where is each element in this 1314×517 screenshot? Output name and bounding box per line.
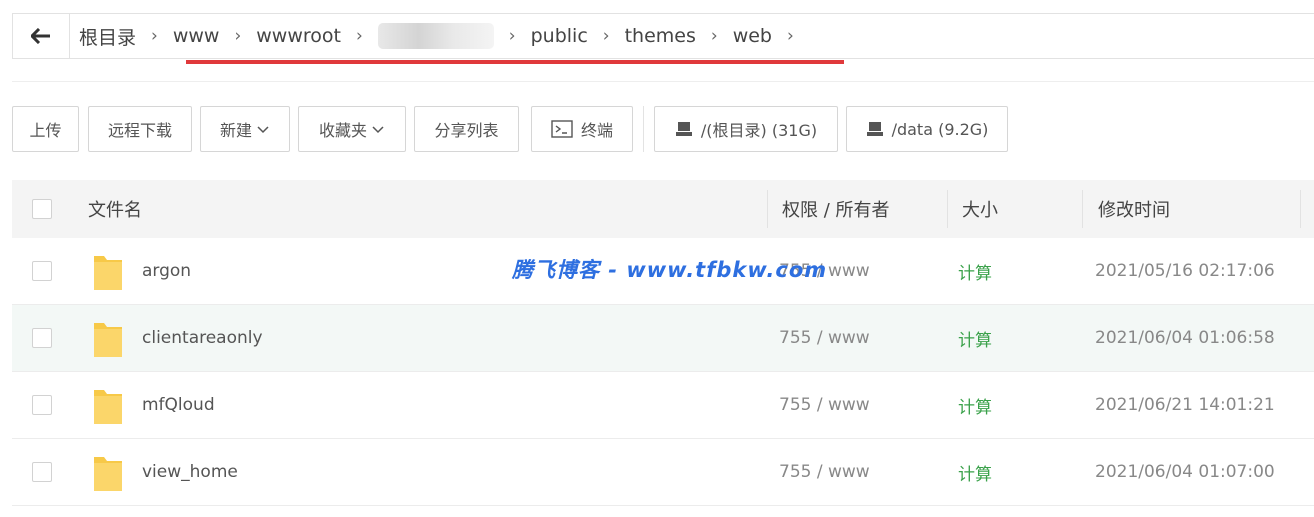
back-button[interactable] (13, 14, 70, 58)
row-checkbox[interactable] (32, 328, 52, 348)
header-filename[interactable]: 文件名 (88, 180, 142, 238)
folder-icon[interactable] (92, 453, 124, 493)
crumb-separator: › (602, 26, 610, 46)
remote-download-label: 远程下载 (107, 121, 172, 140)
header-size[interactable]: 大小 (962, 180, 998, 238)
divider (12, 81, 1314, 82)
crumb-separator: › (786, 26, 794, 46)
folder-icon[interactable] (92, 319, 124, 359)
watermark: 腾飞博客 - www.tfbkw.com (512, 258, 828, 282)
upload-button[interactable]: 上传 (12, 106, 79, 152)
disk-data-button[interactable]: /data (9.2G) (846, 106, 1008, 152)
size-calc-link[interactable]: 计算 (958, 238, 992, 304)
crumb-root[interactable]: 根目录 (79, 23, 136, 50)
disk-icon (675, 121, 693, 137)
new-label: 新建 (219, 121, 252, 140)
crumb-separator: › (710, 26, 718, 46)
crumb-web[interactable]: web (733, 25, 772, 47)
select-all-checkbox[interactable] (32, 199, 52, 219)
file-name[interactable]: argon (142, 238, 191, 304)
disk-root-button[interactable]: /(根目录) (31G) (654, 106, 838, 152)
terminal-icon (551, 120, 573, 138)
header-modified[interactable]: 修改时间 (1098, 180, 1170, 238)
favorites-dropdown-button[interactable]: 收藏夹 (298, 106, 406, 152)
column-divider (1300, 190, 1301, 228)
crumb-separator: › (508, 26, 516, 46)
new-dropdown-button[interactable]: 新建 (200, 106, 290, 152)
table-row[interactable]: clientareaonly 755 / www 计算 2021/06/04 0… (12, 305, 1314, 372)
column-divider (767, 190, 768, 228)
toolbar-divider (643, 106, 644, 152)
table-row[interactable]: view_home 755 / www 计算 2021/06/04 01:07:… (12, 439, 1314, 506)
share-list-label: 分享列表 (434, 121, 499, 140)
folder-icon[interactable] (92, 386, 124, 426)
crumb-wwwroot[interactable]: wwwroot (256, 25, 341, 47)
share-list-button[interactable]: 分享列表 (414, 106, 519, 152)
highlight-underline (186, 60, 844, 64)
header-size-label: 大小 (962, 200, 998, 221)
crumb-www[interactable]: www (173, 25, 220, 47)
permission-owner[interactable]: 755 / www (779, 439, 870, 505)
crumb-redacted-site[interactable] (377, 23, 494, 49)
column-divider (1082, 190, 1083, 228)
crumb-themes[interactable]: themes (625, 25, 696, 47)
remote-download-button[interactable]: 远程下载 (88, 106, 192, 152)
terminal-label: 终端 (580, 121, 613, 140)
row-checkbox[interactable] (32, 462, 52, 482)
file-name[interactable]: clientareaonly (142, 305, 263, 371)
size-calc-link[interactable]: 计算 (958, 372, 992, 438)
disk-root-label: /(根目录) (31G) (700, 121, 818, 140)
size-calc-link[interactable]: 计算 (958, 305, 992, 371)
permission-owner[interactable]: 755 / www (779, 372, 870, 438)
modified-time: 2021/06/04 01:06:58 (1095, 328, 1275, 348)
breadcrumb: 根目录 › www › wwwroot › › public › themes … (79, 14, 809, 58)
modified-time: 2021/05/16 02:17:06 (1095, 261, 1275, 281)
row-checkbox[interactable] (32, 261, 52, 281)
crumb-separator: › (151, 26, 158, 46)
crumb-separator: › (234, 26, 242, 46)
chevron-down-icon (372, 126, 384, 134)
chevron-down-icon (257, 126, 269, 134)
header-filename-label: 文件名 (88, 200, 142, 221)
crumb-public[interactable]: public (531, 25, 588, 47)
favorites-label: 收藏夹 (318, 121, 367, 140)
disk-icon (866, 121, 884, 137)
row-checkbox[interactable] (32, 395, 52, 415)
header-permission-label: 权限 / 所有者 (782, 200, 890, 221)
file-name[interactable]: view_home (142, 439, 238, 505)
upload-label: 上传 (29, 121, 62, 140)
permission-owner[interactable]: 755 / www (779, 305, 870, 371)
crumb-separator: › (355, 26, 363, 46)
modified-time: 2021/06/04 01:07:00 (1095, 462, 1275, 482)
table-row[interactable]: mfQloud 755 / www 计算 2021/06/21 14:01:21 (12, 372, 1314, 439)
size-calc-link[interactable]: 计算 (958, 439, 992, 505)
file-name[interactable]: mfQloud (142, 372, 215, 438)
header-permission[interactable]: 权限 / 所有者 (782, 180, 890, 238)
table-header: 文件名 权限 / 所有者 大小 修改时间 (12, 180, 1314, 238)
header-modified-label: 修改时间 (1098, 200, 1170, 221)
terminal-button[interactable]: 终端 (531, 106, 633, 152)
arrow-left-icon (31, 28, 50, 44)
breadcrumb-bar: 根目录 › www › wwwroot › › public › themes … (12, 13, 1314, 59)
folder-icon[interactable] (92, 252, 124, 292)
modified-time: 2021/06/21 14:01:21 (1095, 395, 1275, 415)
column-divider (947, 190, 948, 228)
disk-data-label: /data (9.2G) (891, 119, 989, 139)
